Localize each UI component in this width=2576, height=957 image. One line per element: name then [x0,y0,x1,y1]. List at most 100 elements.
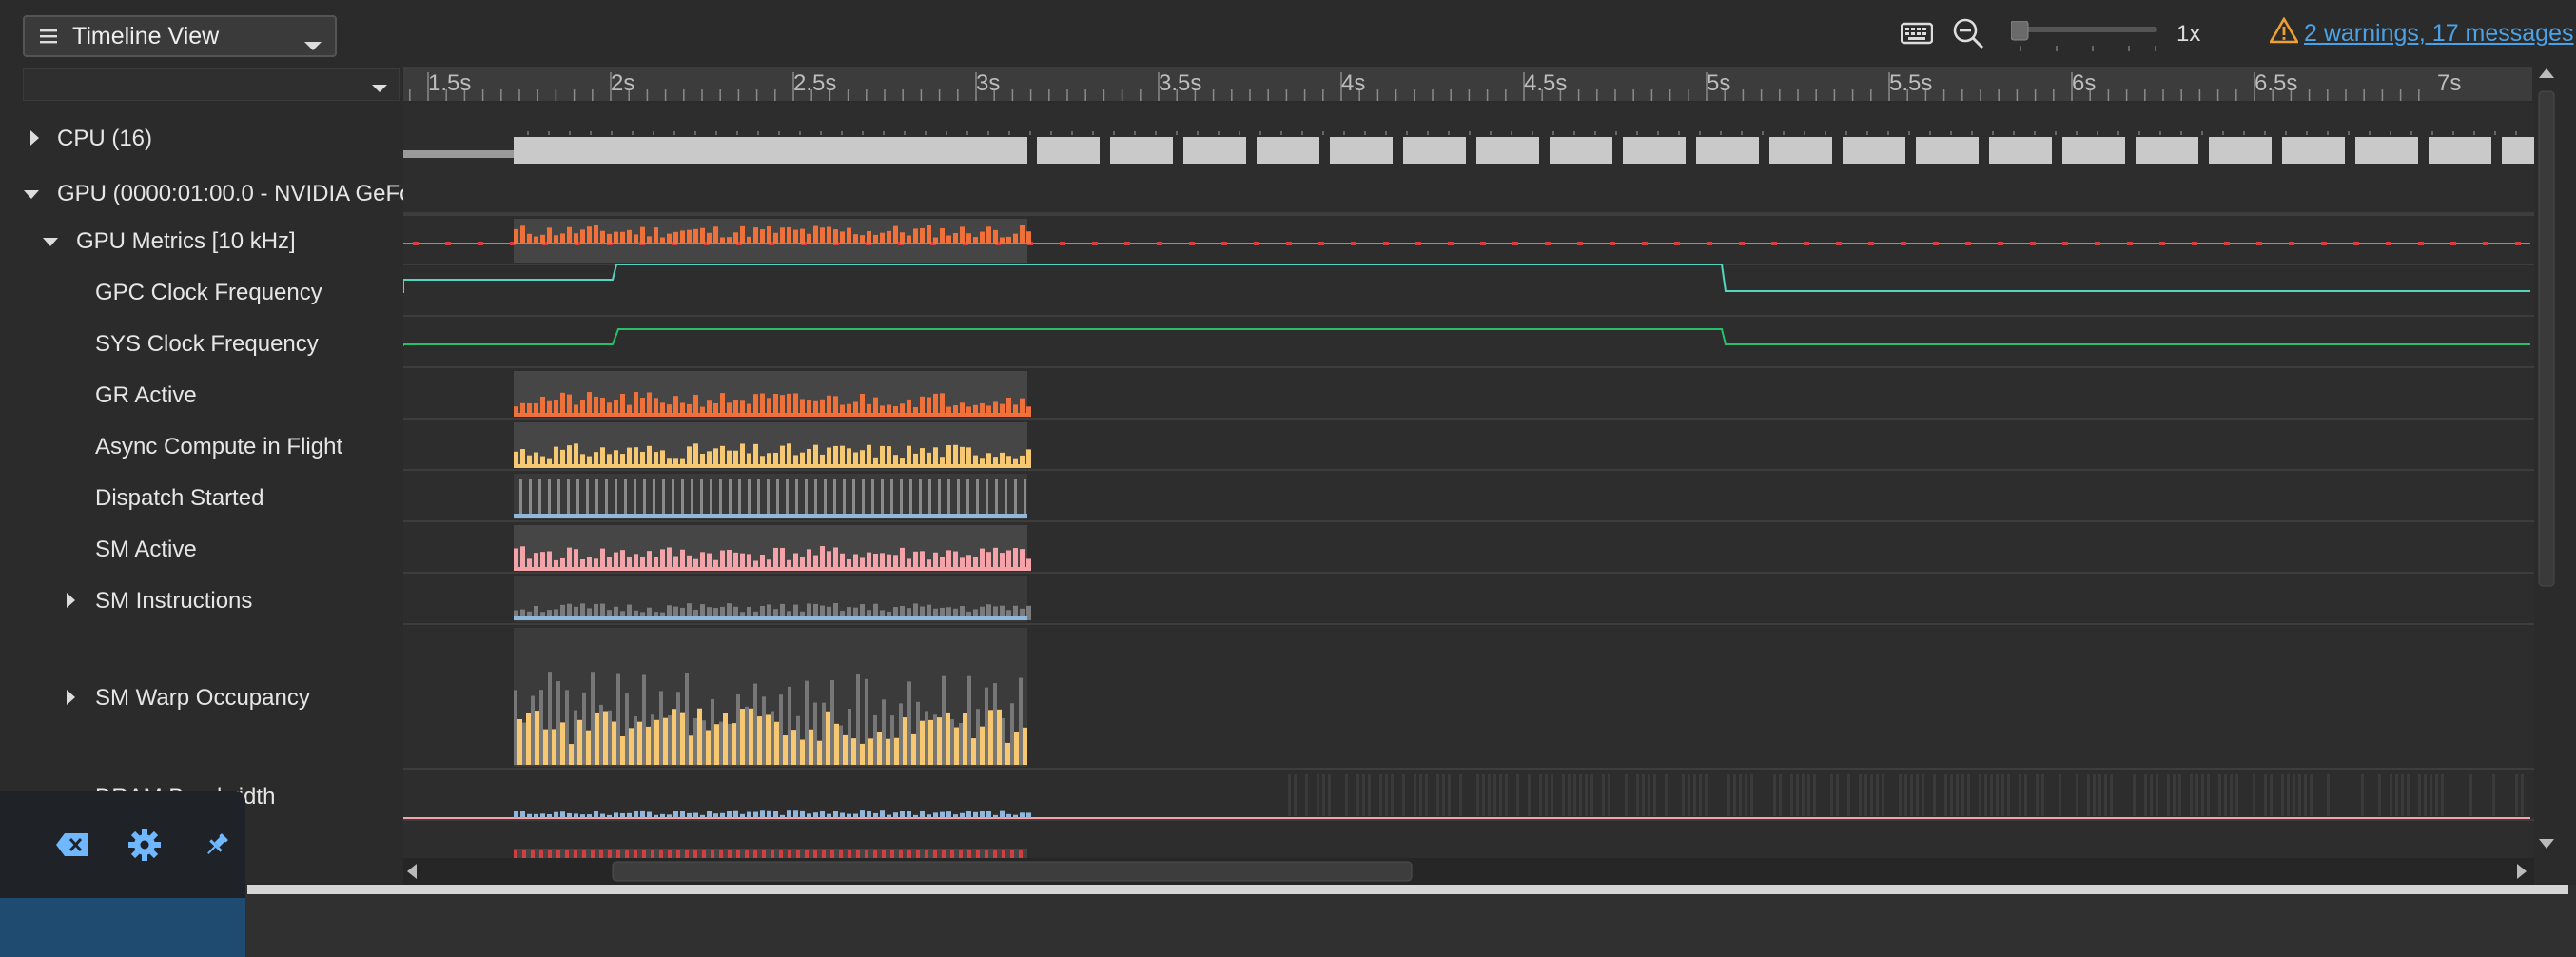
cpu-sample-mark [2222,131,2224,135]
bottom-splitter[interactable] [247,885,2568,894]
dram-bandwidth-bar [2327,774,2330,816]
sm-warp-occupancy-bar [745,706,749,765]
gr-active-base [514,413,1027,417]
row-gr-active[interactable]: GR Active [95,382,403,409]
zoom-out-icon[interactable] [1952,17,1984,54]
dispatch-started-base [514,514,1027,518]
gpu-metrics-bar [514,228,518,244]
dram-bandwidth-bar [2418,774,2421,816]
timeline-tracks[interactable] [403,103,2534,858]
cpu-sample-mark [2494,131,2496,135]
expand-arrow-icon[interactable] [29,129,40,151]
dram-bandwidth-bar [1026,812,1031,818]
sm-warp-occupancy-bar [771,711,774,765]
row-sys-clock[interactable]: SYS Clock Frequency [95,331,403,358]
sm-warp-occupancy-bar [788,686,791,765]
cpu-sample-mark [2201,131,2203,135]
dram-bandwidth-bar [527,813,532,818]
sm-warp-occupancy-bar [514,690,517,765]
expand-arrow-icon[interactable] [65,689,76,711]
row-sm-instructions[interactable]: SM Instructions [95,588,403,615]
clear-icon[interactable] [53,826,91,864]
sm-warp-occupancy-bar [779,694,783,765]
dram-bandwidth-bar [607,814,612,818]
cpu-sample-mark [2159,131,2161,135]
dispatch-started-spike [843,478,846,515]
gpu-metrics-marker [1933,242,1939,245]
dispatch-started-spike [976,478,979,515]
next-row-bar [693,850,697,858]
sm-warp-occupancy-bar [886,738,890,765]
dram-bandwidth-bar [673,811,678,818]
dispatch-started-spike [595,478,598,515]
cpu-sample-mark [2076,131,2078,135]
dram-bandwidth-bar [2173,774,2176,816]
dram-bandwidth-bar [1368,774,1371,816]
row-gpu-metrics[interactable]: GPU Metrics [10 kHz] [76,228,403,255]
cpu-sample-mark [1908,131,1910,135]
sm-warp-occupancy-bar [783,735,788,765]
dram-bandwidth-bar [2281,774,2284,816]
horizontal-scroll-thumb [612,861,1413,882]
dram-bandwidth-bar [2059,774,2061,816]
dram-bandwidth-bar [2264,774,2267,816]
dram-bandwidth-bar [1796,774,1799,816]
row-dispatch-started[interactable]: Dispatch Started [95,485,403,512]
zoom-slider[interactable] [2010,20,2163,51]
gpu-metrics-bar [574,233,578,244]
dram-bandwidth-bar [2515,774,2518,816]
dram-bandwidth-bar [1419,774,1422,816]
dram-bandwidth-bar [1006,813,1011,818]
gpu-metrics-bar [780,227,785,244]
horizontal-scrollbar[interactable] [403,858,2534,885]
dram-bandwidth-bar [580,814,585,818]
row-gpc-clock[interactable]: GPC Clock Frequency [95,280,403,306]
selected-panel-strip[interactable] [0,898,245,957]
dispatch-started-spike [605,478,608,515]
dram-bandwidth-bar [1693,774,1696,816]
cpu-sample-mark [1050,131,1052,135]
collapse-arrow-icon[interactable] [23,188,40,205]
dram-bandwidth-bar [1967,774,1970,816]
cpu-usage-bar [2136,137,2198,164]
keyboard-icon[interactable] [1900,21,1934,50]
next-row-bar [582,850,586,858]
expand-arrow-icon[interactable] [65,592,76,614]
sm-warp-occupancy-bar [993,683,997,765]
gpu-metrics-bar [673,231,678,244]
dram-bandwidth-bar [2304,774,2307,816]
next-row-bar [916,850,920,858]
row-sm-warp-occupancy[interactable]: SM Warp Occupancy [95,685,403,712]
gear-icon[interactable] [126,826,164,864]
sm-warp-occupancy-bar [719,721,723,765]
next-row-bar [565,850,569,858]
dram-bandwidth-bar [1864,774,1867,816]
gpu-metrics-bar [760,229,765,244]
collapse-arrow-icon[interactable] [42,236,59,253]
sm-warp-occupancy-bar [680,712,685,765]
cpu-sample-mark [2431,131,2433,135]
dispatch-started-spike [643,478,646,515]
warnings-link[interactable]: 2 warnings, 17 messages [2268,16,2573,50]
gpu-metrics-bar [953,233,958,244]
sm-warp-occupancy-bar [582,692,586,765]
gpu-metrics-marker [2450,242,2456,245]
dram-bandwidth-bar [740,813,745,818]
row-cpu[interactable]: CPU (16) [57,126,403,152]
sm-warp-occupancy-bar [685,673,689,765]
view-select[interactable]: Timeline View [23,15,337,57]
row-sm-active[interactable]: SM Active [95,537,403,563]
time-ruler[interactable]: 1.5s 2s 2.5s 3s 3.5s 4s 4.5s 5s 5.5s 6s 6.5s 7s [403,67,2532,101]
sm-warp-occupancy-bar [985,687,988,765]
row-filter-combo[interactable] [23,68,400,101]
gpu-metrics-bar [880,232,885,244]
cpu-sample-mark [1657,131,1659,135]
row-gpu[interactable]: GPU (0000:01:00.0 - NVIDIA GeFor [57,181,403,207]
dispatch-started-spike [710,478,712,515]
pin-icon[interactable] [198,826,236,864]
ruler-tick-label: 6s [2072,70,2097,96]
sm-warp-occupancy-bar [603,711,608,765]
row-async-compute[interactable]: Async Compute in Flight [95,434,403,460]
vertical-scrollbar[interactable] [2534,67,2559,858]
gpu-metrics-bar [580,229,585,244]
